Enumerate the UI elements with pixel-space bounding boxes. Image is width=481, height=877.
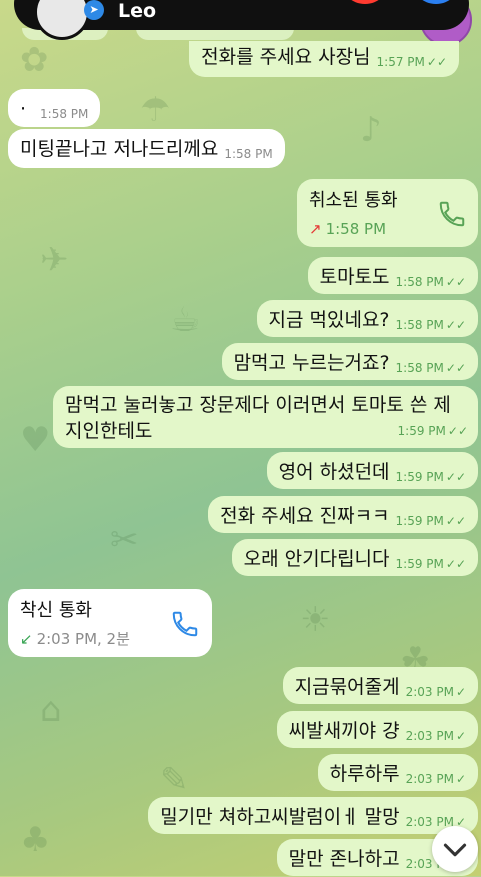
message-text: 토마토도 — [319, 266, 390, 288]
message-outgoing[interactable]: 지금묶어줄게 2:03 PM ✓ — [282, 667, 478, 704]
message-text: · — [20, 98, 27, 120]
message-text: 맘먹고 누르는거죠? — [233, 352, 390, 374]
message-text: 지금 먹있네요? — [268, 309, 390, 331]
message-text: 오래 안기다립니다 — [243, 548, 390, 570]
read-check-icon: ✓✓ — [445, 470, 466, 484]
chevron-down-icon — [443, 843, 467, 857]
read-check-icon: ✓✓ — [445, 275, 466, 289]
read-check-icon: ✓✓ — [447, 424, 468, 438]
phone-icon[interactable] — [437, 199, 467, 229]
read-check-icon: ✓✓ — [445, 361, 466, 375]
message-time: 2:03 PM — [405, 685, 454, 699]
message-time: 1:58 PM — [395, 361, 444, 375]
call-time: 1:58 PM — [325, 220, 387, 238]
message-time: 1:59 PM — [395, 514, 444, 528]
canceled-call-message[interactable]: 취소된 통화 ↗ 1:58 PM — [297, 179, 478, 247]
message-incoming[interactable]: 미팅끝나고 저나드리께요 1:58 PM — [8, 129, 285, 168]
message-time: 1:58 PM — [40, 107, 89, 121]
message-time: 2:03 PM — [405, 729, 454, 743]
decline-call-button[interactable] — [340, 0, 390, 4]
message-text: 하루하루 — [329, 763, 400, 785]
scroll-to-bottom-button[interactable] — [432, 826, 478, 872]
message-time: 2:03 PM — [405, 772, 454, 786]
sent-check-icon: ✓ — [455, 685, 466, 699]
message-outgoing[interactable]: 맘먹고 눌러놓고 장문제다 이러면서 토마토 쓴 제지인한테도 1:59 PM ✓… — [53, 386, 478, 448]
message-outgoing[interactable]: 오래 안기다립니다 1:59 PM ✓✓ — [231, 539, 478, 576]
phone-icon[interactable] — [170, 609, 200, 639]
telegram-icon: ➤ — [84, 0, 104, 20]
message-time: 1:59 PM — [395, 557, 444, 571]
read-check-icon: ✓✓ — [445, 514, 466, 528]
sent-check-icon: ✓ — [455, 729, 466, 743]
message-outgoing[interactable]: 지금 먹있네요? 1:58 PM ✓✓ — [256, 300, 478, 337]
incoming-call-message[interactable]: 착신 통화 ↙ 2:03 PM, 2분 — [8, 589, 212, 657]
message-text: 지금묶어줄게 — [294, 676, 400, 698]
caller-name: Leo — [118, 0, 157, 22]
message-outgoing[interactable]: 토마토도 1:58 PM ✓✓ — [307, 257, 478, 294]
read-check-icon: ✓✓ — [445, 318, 466, 332]
message-text: 미팅끝나고 저나드리께요 — [20, 138, 219, 160]
message-outgoing[interactable]: 하루하루 2:03 PM ✓ — [317, 754, 478, 791]
read-check-icon: ✓✓ — [426, 55, 447, 69]
message-text: 말만 존나하고 — [288, 848, 400, 870]
message-time: 1:59 PM — [397, 424, 446, 438]
sent-check-icon: ✓ — [455, 772, 466, 786]
message-outgoing[interactable]: 맘먹고 누르는거죠? 1:58 PM ✓✓ — [221, 343, 478, 380]
message-text: 밀기만 쳐하고씨발럼이ㅔ 말망 — [160, 806, 400, 828]
message-text: 영어 하셨던데 — [278, 461, 390, 483]
message-outgoing[interactable]: 전화를 주세요 사장님 1:57 PM ✓✓ — [189, 41, 459, 77]
message-incoming[interactable]: · 1:58 PM — [8, 89, 101, 127]
message-time: 1:58 PM — [224, 147, 273, 161]
message-outgoing[interactable]: 영어 하셨던데 1:59 PM ✓✓ — [266, 452, 478, 489]
message-text: 씨발새끼야 걍 — [288, 720, 400, 742]
incoming-arrow-icon: ↙ — [20, 630, 33, 648]
message-outgoing[interactable]: 씨발새끼야 걍 2:03 PM ✓ — [276, 711, 478, 748]
message-outgoing[interactable]: 밀기만 쳐하고씨발럼이ㅔ 말망 2:03 PM ✓ — [148, 797, 478, 834]
message-time: 1:58 PM — [395, 275, 444, 289]
message-text: 전화 주세요 진짜ㅋㅋ — [220, 505, 390, 527]
active-call-banner[interactable]: ➤ Leo — [14, 0, 469, 40]
message-outgoing[interactable]: 전화 주세요 진짜ㅋㅋ 1:59 PM ✓✓ — [208, 496, 478, 533]
message-time: 1:58 PM — [395, 318, 444, 332]
message-text: 전화를 주세요 사장님 — [201, 46, 371, 68]
accept-call-button[interactable] — [411, 0, 461, 4]
message-time: 1:57 PM — [376, 55, 425, 69]
call-time: 2:03 PM, 2분 — [36, 630, 130, 648]
read-check-icon: ✓✓ — [445, 557, 466, 571]
message-meta: 1:59 PM ✓✓ — [392, 413, 468, 444]
outgoing-arrow-icon: ↗ — [309, 220, 322, 238]
message-time: 1:59 PM — [395, 470, 444, 484]
